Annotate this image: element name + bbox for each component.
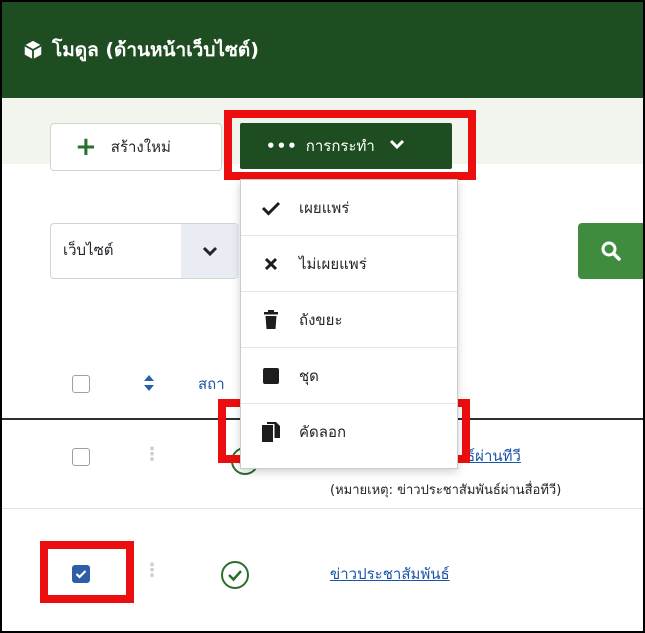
search-button[interactable] (578, 223, 643, 279)
menu-item-publish[interactable]: เผยแพร่ (241, 180, 457, 236)
menu-item-label: เผยแพร่ (299, 198, 350, 217)
new-button[interactable]: + สร้างใหม่ (50, 123, 222, 171)
site-filter-value: เว็บไซต์ (63, 241, 114, 259)
menu-item-trash[interactable]: ถังขยะ (241, 292, 457, 348)
chevron-down-icon (181, 224, 239, 278)
menu-item-label: ไม่เผยแพร่ (299, 254, 367, 273)
drag-handle-icon[interactable]: ⋮ (143, 560, 161, 581)
page-header: โมดูล (ด้านหน้าเว็บไซต์) (2, 2, 643, 98)
ellipsis-icon: ••• (266, 137, 298, 155)
new-button-label: สร้างใหม่ (110, 138, 171, 156)
actions-dropdown-menu: เผยแพร่ ไม่เผยแพร่ ถังขยะ ชุด คัดลอก (240, 179, 458, 469)
cube-icon (24, 40, 42, 60)
plus-icon: + (75, 132, 97, 162)
module-title-link[interactable]: ธ์ผ่านทีวี (466, 444, 521, 468)
site-filter-select[interactable]: เว็บไซต์ (50, 223, 239, 279)
menu-item-label: ชุด (299, 366, 319, 385)
chevron-down-icon (389, 138, 405, 154)
published-status-icon[interactable] (220, 560, 250, 590)
menu-item-label: ถังขยะ (299, 310, 343, 329)
table-row: ⋮ ข่าวประชาสัมพันธ์ (2, 509, 643, 631)
menu-item-label: คัดลอก (299, 423, 347, 441)
sort-icon[interactable] (143, 374, 155, 392)
status-column-header[interactable]: สถา (198, 372, 225, 396)
drag-handle-icon[interactable]: ⋮ (143, 444, 161, 465)
row-checkbox[interactable] (72, 448, 90, 466)
search-icon (601, 241, 621, 261)
app-frame: โมดูล (ด้านหน้าเว็บไซต์) + สร้างใหม่ •••… (0, 0, 645, 633)
row-checkbox-checked[interactable] (72, 565, 90, 583)
menu-item-copy[interactable]: คัดลอก (241, 404, 457, 460)
actions-button[interactable]: ••• การกระทำ (240, 123, 452, 169)
menu-item-batch[interactable]: ชุด (241, 348, 457, 404)
module-title-link[interactable]: ข่าวประชาสัมพันธ์ (330, 562, 450, 586)
actions-button-label: การกระทำ (305, 137, 375, 155)
menu-item-unpublish[interactable]: ไม่เผยแพร่ (241, 236, 457, 292)
check-icon (259, 200, 283, 216)
square-icon (259, 367, 283, 384)
page-title: โมดูล (ด้านหน้าเว็บไซต์) (52, 39, 259, 61)
trash-icon (259, 309, 283, 330)
copy-icon (259, 422, 283, 442)
module-note: (หมายเหตุ: ข่าวประชาสัมพันธ์ผ่านสื่อทีวี… (330, 483, 562, 498)
check-icon (75, 570, 87, 579)
times-icon (259, 256, 283, 272)
select-all-checkbox[interactable] (72, 375, 90, 393)
